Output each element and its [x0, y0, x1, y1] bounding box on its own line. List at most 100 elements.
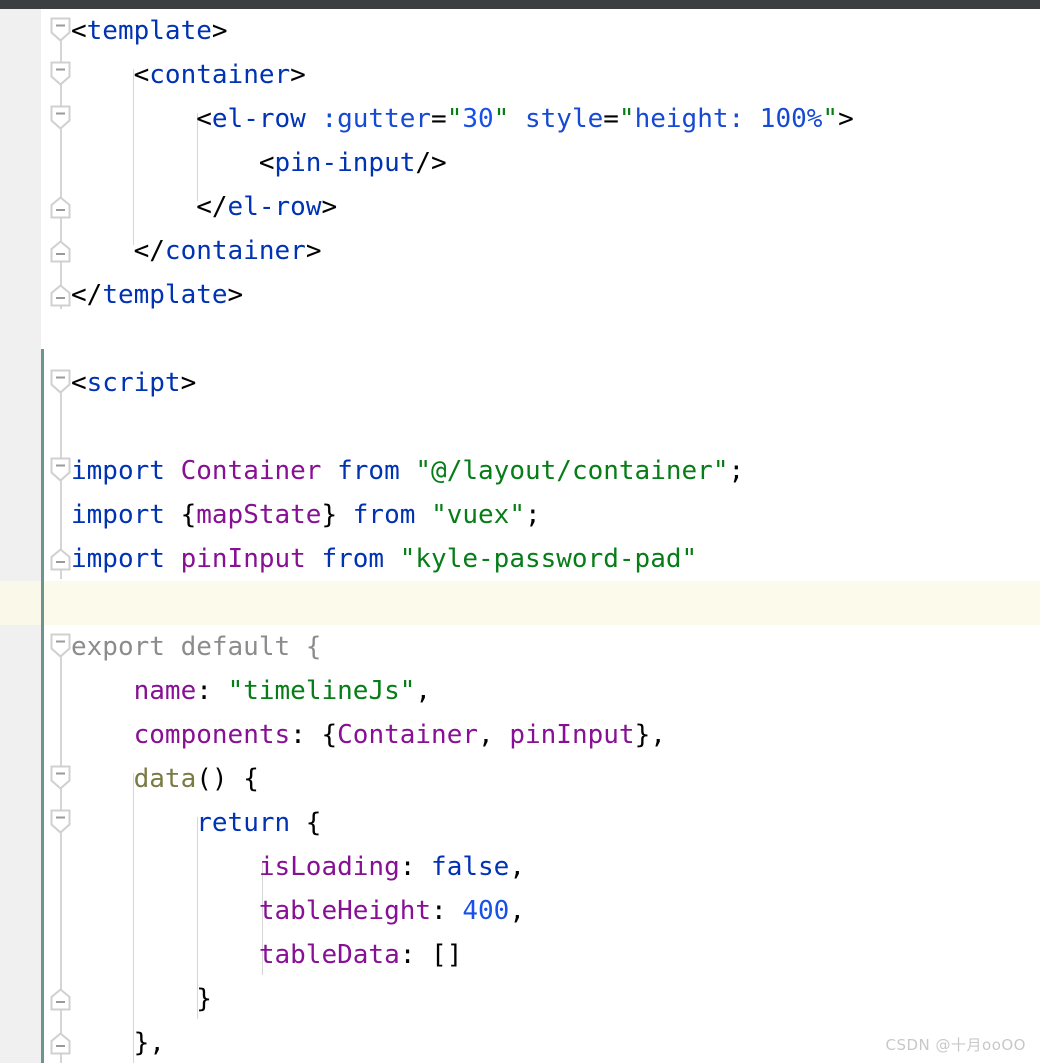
code-line[interactable]: <el-row :gutter="30" style="height: 100%…	[71, 97, 854, 141]
code-token: >	[211, 16, 228, 46]
code-token: </	[71, 280, 103, 310]
code-token: script	[86, 368, 181, 398]
code-token: }	[321, 500, 353, 530]
code-line[interactable]: import Container from "@/layout/containe…	[71, 449, 744, 493]
code-token: from	[337, 456, 400, 486]
code-token: from	[352, 500, 416, 530]
code-token: "@/layout/container"	[415, 456, 729, 486]
code-line[interactable]: export default {	[71, 625, 321, 669]
code-token: style	[524, 104, 604, 134]
code-token: pin-input	[274, 148, 416, 178]
code-token: :	[196, 676, 228, 706]
code-token: >	[321, 192, 338, 222]
code-text-layer[interactable]: <template> <container> <el-row :gutter="…	[0, 9, 1040, 1063]
code-line[interactable]: components: {Container, pinInput},	[71, 713, 666, 757]
code-token: =	[431, 104, 447, 134]
code-line[interactable]: <script>	[71, 361, 196, 405]
code-token: 30	[462, 104, 494, 134]
code-token: },	[71, 1028, 165, 1058]
code-token: pinInput	[180, 544, 306, 574]
code-line[interactable]: <container>	[71, 53, 306, 97]
code-token: false	[431, 852, 510, 882]
code-token: container	[149, 60, 291, 90]
code-token: name	[133, 676, 197, 706]
code-token: {	[164, 500, 197, 530]
code-line[interactable]: },	[71, 1021, 165, 1063]
code-token: height: 100%	[634, 104, 823, 134]
code-token: "	[618, 104, 635, 134]
code-token: ,	[415, 676, 432, 706]
code-token: : {	[290, 720, 338, 750]
editor-window: <template> <container> <el-row :gutter="…	[0, 0, 1040, 1063]
code-line[interactable]: tableData: []	[71, 933, 463, 977]
code-token: import	[71, 456, 165, 486]
code-token: <	[71, 368, 87, 398]
code-token: tableHeight	[258, 896, 432, 926]
code-token: ,	[478, 720, 510, 750]
code-token: template	[86, 16, 212, 46]
code-token: () {	[196, 764, 259, 794]
code-token: </	[71, 192, 228, 222]
code-line[interactable]: data() {	[71, 757, 259, 801]
code-token: :	[399, 852, 432, 882]
code-line[interactable]: tableHeight: 400,	[71, 889, 525, 933]
code-token: >	[838, 104, 854, 134]
code-token: }	[71, 984, 212, 1014]
code-line[interactable]: name: "timelineJs",	[71, 669, 431, 713]
code-token: "vuex"	[431, 500, 525, 530]
code-token: from	[321, 544, 385, 574]
code-token: ,	[509, 852, 525, 882]
code-line[interactable]: import {mapState} from "vuex";	[71, 493, 541, 537]
code-line[interactable]: }	[71, 977, 212, 1021]
code-token: "	[493, 104, 510, 134]
code-token: >	[305, 236, 322, 266]
code-line[interactable]: <template>	[71, 9, 228, 53]
code-token: "timelineJs"	[227, 676, 416, 706]
code-line[interactable]: </template>	[71, 273, 243, 317]
code-line[interactable]: </el-row>	[71, 185, 337, 229]
code-line[interactable]: isLoading: false,	[71, 845, 525, 889]
code-token: <	[71, 148, 275, 178]
code-token: {	[290, 808, 322, 838]
code-token: isLoading	[258, 852, 400, 882]
code-token: <	[71, 104, 212, 134]
code-token: import	[71, 544, 165, 574]
code-line[interactable]: </container>	[71, 229, 322, 273]
code-token: tableData	[258, 940, 400, 970]
code-token: >	[180, 368, 197, 398]
code-token: : []	[399, 940, 463, 970]
code-token: >	[290, 60, 306, 90]
code-line[interactable]: return {	[71, 801, 321, 845]
code-editor[interactable]: <template> <container> <el-row :gutter="…	[0, 9, 1040, 1063]
code-token: :	[431, 896, 463, 926]
code-token: mapState	[196, 500, 322, 530]
code-token: :gutter	[321, 104, 432, 134]
code-token: "	[446, 104, 463, 134]
code-token: el-row	[227, 192, 322, 222]
code-token: el-row	[211, 104, 306, 134]
code-line[interactable]: import pinInput from "kyle-password-pad"	[71, 537, 697, 581]
code-token: pinInput	[509, 720, 635, 750]
code-token: >	[227, 280, 244, 310]
code-token: },	[634, 720, 666, 750]
code-line[interactable]: <pin-input/>	[71, 141, 447, 185]
code-token: import	[71, 500, 165, 530]
code-token: 400	[462, 896, 510, 926]
code-token: Container	[337, 720, 479, 750]
code-token: "kyle-password-pad"	[399, 544, 698, 574]
code-token: template	[102, 280, 228, 310]
code-token: <	[71, 16, 87, 46]
